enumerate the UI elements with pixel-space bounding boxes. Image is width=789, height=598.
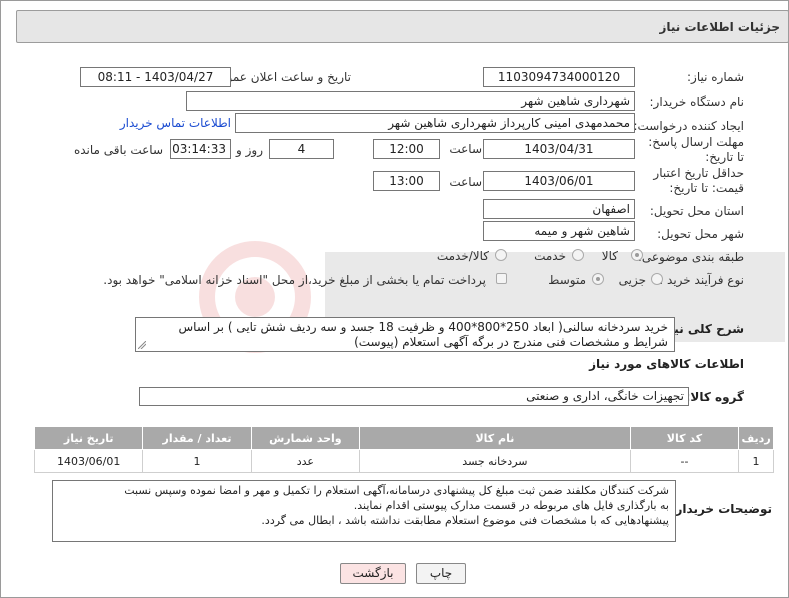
- remaining-time-label: ساعت باقی مانده: [73, 143, 163, 157]
- buyer-contact-link[interactable]: اطلاعات تماس خریدار: [120, 116, 231, 130]
- city-field: شاهین شهر و میمه: [483, 221, 635, 241]
- price-validity-time-label: ساعت: [449, 175, 482, 189]
- reply-deadline-label: مهلت ارسال پاسخ: تا تاریخ:: [648, 135, 744, 164]
- category-option-goods: کالا: [601, 249, 618, 263]
- goods-group-label: گروه کالا:: [685, 390, 744, 404]
- reply-deadline-date-field: 1403/04/31: [483, 139, 635, 159]
- purchase-option-minor: جزیی: [618, 273, 646, 287]
- goods-section-title: اطلاعات کالاهای مورد نیاز: [589, 357, 744, 371]
- buyer-notes-field: شرکت کنندگان مکلفند ضمن ثبت مبلغ کل پیشن…: [52, 480, 676, 542]
- buyer-notes-line-3: پیشنهادهایی که با مشخصات فنی موضوع استعل…: [261, 514, 669, 527]
- print-button[interactable]: چاپ: [416, 563, 466, 584]
- buyer-org-label: نام دستگاه خریدار:: [649, 95, 745, 109]
- purchase-option-medium: متوسط: [548, 273, 586, 287]
- province-label: استان محل تحویل:: [649, 204, 744, 218]
- buyer-notes-line-2: به بارگذاری فایل های مربوطه در قسمت مدار…: [353, 499, 669, 512]
- page-header: جزئیات اطلاعات نیاز: [16, 10, 789, 43]
- cell-unit: عدد: [250, 449, 361, 473]
- requester-label: ایجاد کننده درخواست:: [633, 119, 744, 133]
- cell-quantity: 1: [142, 449, 252, 473]
- cell-need-date: 1403/06/01: [33, 449, 144, 473]
- city-label: شهر محل تحویل:: [657, 227, 744, 241]
- requester-field: محمدمهدی امینی کارپرداز شهرداری شاهین شه…: [235, 113, 635, 133]
- category-option-service: خدمت: [534, 249, 566, 263]
- cell-code: --: [629, 449, 740, 473]
- remaining-days-field: 4: [269, 139, 334, 159]
- resize-grip-icon[interactable]: [138, 341, 146, 349]
- purchase-radio-medium[interactable]: [592, 273, 604, 285]
- buyer-notes-line-1: شرکت کنندگان مکلفند ضمن ثبت مبلغ کل پیشن…: [124, 484, 669, 497]
- treasury-payment-checkbox[interactable]: [496, 273, 507, 284]
- goods-table-header: ردیف کد کالا نام کالا واحد شمارش تعداد /…: [33, 426, 774, 450]
- col-unit: واحد شمارش: [250, 426, 361, 450]
- buyer-org-field: شهرداری شاهین شهر: [186, 91, 635, 111]
- cell-name: سردخانه جسد: [359, 449, 631, 473]
- col-quantity: تعداد / مقدار: [142, 426, 252, 450]
- col-name: نام کالا: [359, 426, 631, 450]
- goods-table: ردیف کد کالا نام کالا واحد شمارش تعداد /…: [33, 426, 774, 473]
- page-title: جزئیات اطلاعات نیاز: [659, 20, 780, 34]
- need-number-field: 1103094734000120: [483, 67, 635, 87]
- goods-group-field: تجهیزات خانگی، اداری و صنعتی: [139, 387, 689, 406]
- remaining-days-label: روز و: [236, 143, 263, 157]
- remaining-time-field: 03:14:33: [170, 139, 231, 159]
- col-code: کد کالا: [629, 426, 740, 450]
- table-row: 1 -- سردخانه جسد عدد 1 1403/06/01: [33, 449, 774, 473]
- summary-field: خرید سردخانه سالنی( ابعاد 250*800*400 و …: [135, 317, 675, 352]
- cell-row: 1: [738, 449, 774, 473]
- price-validity-label: حداقل تاریخ اعتبار قیمت: تا تاریخ:: [653, 166, 744, 195]
- reply-deadline-time-label: ساعت: [449, 142, 482, 156]
- col-need-date: تاریخ نیاز: [33, 426, 144, 450]
- need-number-label: شماره نیاز:: [687, 70, 744, 84]
- category-option-goods-service: کالا/خدمت: [436, 249, 489, 263]
- reply-deadline-time-field: 12:00: [373, 139, 440, 159]
- category-radio-goods[interactable]: [631, 249, 643, 261]
- back-button[interactable]: بازگشت: [340, 563, 406, 584]
- price-validity-date-field: 1403/06/01: [483, 171, 635, 191]
- category-radio-service[interactable]: [572, 249, 584, 261]
- purchase-radio-minor[interactable]: [651, 273, 663, 285]
- purchase-type-label: نوع فرآیند خرید :: [659, 273, 744, 287]
- category-radio-goods-service[interactable]: [495, 249, 507, 261]
- announce-datetime-field: 1403/04/27 - 08:11: [80, 67, 231, 87]
- price-validity-time-field: 13:00: [373, 171, 440, 191]
- col-row: ردیف: [738, 426, 774, 450]
- province-field: اصفهان: [483, 199, 635, 219]
- category-label: طبقه بندی موضوعی:: [637, 250, 744, 264]
- buyer-notes-label: توضیحات خریدار:: [670, 502, 772, 516]
- treasury-payment-note: پرداخت تمام یا بخشی از مبلغ خرید،از محل …: [103, 273, 486, 287]
